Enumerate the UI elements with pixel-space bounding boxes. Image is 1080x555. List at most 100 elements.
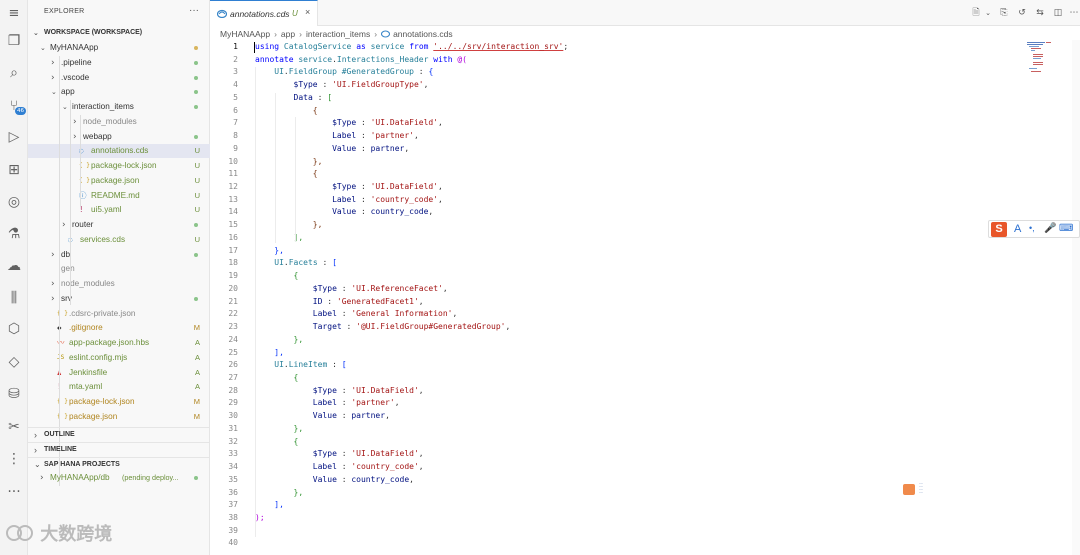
code-line[interactable]: Value : country_code, (255, 206, 433, 219)
code-line[interactable]: { (255, 270, 299, 283)
tree-item[interactable]: › node_modules (28, 277, 210, 291)
code-editor[interactable]: 1 using CatalogService as service from '.… (210, 40, 1080, 555)
code-line[interactable]: ], (255, 347, 284, 360)
cloud-icon[interactable]: ☁ (5, 257, 23, 275)
code-line[interactable]: }, (255, 487, 304, 500)
database-icon[interactable]: ⛁ (5, 385, 23, 403)
code-line[interactable]: $Type : 'UI.ReferenceFacet', (255, 283, 448, 296)
code-line[interactable]: Data : [ (255, 92, 333, 105)
code-line[interactable]: ); (255, 512, 265, 525)
tree-item[interactable]: gen (28, 262, 210, 276)
library-icon[interactable]: ⫼ (5, 289, 23, 307)
extensions-icon[interactable]: ⊞ (5, 161, 23, 179)
code-line[interactable]: using CatalogService as service from '..… (255, 41, 568, 54)
code-line[interactable]: Label : 'country_code', (255, 461, 424, 474)
remote-explorer-icon[interactable]: ◎ (5, 193, 23, 211)
tree-item[interactable]: ⌄ interaction_items (28, 100, 210, 114)
code-line[interactable]: }, (255, 245, 284, 258)
cube-icon[interactable]: ⬡ (5, 320, 23, 338)
explorer-more-icon[interactable]: ··· (189, 5, 199, 16)
tree-item[interactable]: ⌄ MyHANAApp (28, 41, 210, 55)
tree-item[interactable]: ⓘ README.md U (28, 189, 210, 203)
code-line[interactable]: UI.Facets : [ (255, 257, 337, 270)
tree-item[interactable]: ◆.gitignoreM (28, 321, 210, 335)
source-control-icon[interactable]: ⑂ 46 (5, 97, 26, 115)
tree-item[interactable]: ◌services.cdsU (28, 233, 210, 247)
tree-item[interactable]: ! ui5.yaml U (28, 203, 210, 217)
code-line[interactable]: Label : 'General Information', (255, 308, 458, 321)
tree-item[interactable]: !mta.yamlA (28, 380, 210, 394)
ime-punctuation-icon[interactable]: •, (1029, 223, 1035, 233)
compare-icon[interactable]: ⇆ (1034, 7, 1046, 19)
hana-project-item[interactable]: › MyHANAApp/db (pending deploy... (28, 471, 210, 485)
section-sap-hana-projects[interactable]: ⌄ SAP HANA PROJECTS (28, 457, 210, 471)
chevron-down-icon[interactable]: ⌄ (982, 7, 994, 19)
ime-language-icon[interactable]: A (1014, 223, 1021, 235)
workspace-header[interactable]: ⌄ WORKSPACE (WORKSPACE) (28, 26, 210, 40)
tree-item[interactable]: JS eslint.config.mjs A (28, 351, 210, 365)
open-preview-icon[interactable]: 🗎 (970, 7, 982, 19)
grid-icon[interactable]: :::: (919, 482, 923, 495)
breadcrumb-item[interactable]: app (281, 29, 295, 39)
menu-icon[interactable]: ≡ (5, 5, 23, 23)
section-outline[interactable]: › OUTLINE (28, 427, 210, 441)
tree-item[interactable]: { } package.json U (28, 174, 210, 188)
code-line[interactable]: annotate service.Interactions_Header wit… (255, 54, 467, 67)
ime-logo-icon[interactable]: S (991, 222, 1007, 237)
tree-item[interactable]: { } package.json M (28, 410, 210, 424)
code-line[interactable]: Value : country_code, (255, 474, 414, 487)
keyboard-icon[interactable]: ⌨ (1059, 223, 1073, 234)
code-line[interactable]: ID : 'GeneratedFacet1', (255, 296, 424, 309)
diamond-icon[interactable]: ◇ (5, 353, 23, 371)
code-line[interactable]: Value : partner, (255, 410, 390, 423)
tree-item[interactable]: ◌ annotations.cds U (28, 144, 210, 159)
code-line[interactable]: UI.FieldGroup #GeneratedGroup : { (255, 66, 433, 79)
code-line[interactable]: }, (255, 156, 323, 169)
code-line[interactable]: UI.LineItem : [ (255, 359, 346, 372)
close-icon[interactable]: × (305, 7, 310, 17)
tree-item[interactable]: › router (28, 218, 210, 232)
code-line[interactable]: Target : '@UI.FieldGroup#GeneratedGroup'… (255, 321, 511, 334)
tree-item[interactable]: › db (28, 248, 210, 262)
code-line[interactable]: { (255, 372, 299, 385)
tab-annotations-cds[interactable]: annotations.cds U × (210, 0, 318, 26)
tree-item[interactable]: › webapp (28, 130, 210, 144)
code-line[interactable]: $Type : 'UI.DataField', (255, 385, 424, 398)
split-editor-icon[interactable]: ◫ (1052, 7, 1064, 19)
code-line[interactable]: }, (255, 423, 304, 436)
run-debug-icon[interactable]: ▷ (5, 128, 23, 146)
breadcrumb-item[interactable]: annotations.cds (393, 29, 453, 39)
code-line[interactable]: $Type : 'UI.DataField', (255, 181, 443, 194)
tools-icon[interactable]: ✂ (5, 418, 23, 436)
tree-item[interactable]: ♟JenkinsfileA (28, 366, 210, 380)
git-graph-icon[interactable]: ⋮ (5, 450, 23, 468)
code-line[interactable]: }, (255, 334, 304, 347)
code-line[interactable]: { (255, 105, 318, 118)
search-icon[interactable]: ⌕ (5, 64, 23, 82)
open-changes-icon[interactable]: ⎘ (998, 7, 1010, 19)
code-line[interactable]: $Type : 'UI.DataField', (255, 448, 424, 461)
tree-item[interactable]: › .vscode (28, 71, 210, 85)
minimap[interactable] (1025, 40, 1053, 80)
code-line[interactable]: $Type : 'UI.DataField', (255, 117, 443, 130)
breadcrumb-item[interactable]: MyHANAApp (220, 29, 270, 39)
code-line[interactable]: ], (255, 499, 284, 512)
tree-item[interactable]: › node_modules (28, 115, 210, 129)
tree-item[interactable]: › .pipeline (28, 56, 210, 70)
timeline-icon[interactable]: ↺ (1016, 7, 1028, 19)
code-line[interactable]: { (255, 168, 318, 181)
ime-toolbar[interactable]: S A •, 🎤 ⌨ (988, 220, 1080, 238)
code-line[interactable]: Label : 'partner', (255, 130, 419, 143)
code-line[interactable]: }, (255, 219, 323, 232)
testing-icon[interactable]: ⚗ (5, 225, 23, 243)
tree-item[interactable]: 〰 app-package.json.hbs A (28, 336, 210, 350)
tree-item[interactable]: { } .cdsrc-private.json (28, 307, 210, 321)
code-line[interactable]: $Type : 'UI.FieldGroupType', (255, 79, 429, 92)
code-line[interactable]: Value : partner, (255, 143, 409, 156)
ime-mini-icon[interactable] (903, 484, 915, 495)
tree-item[interactable]: { } package-lock.json U (28, 159, 210, 173)
more-actions-icon[interactable]: ⋯ (1068, 7, 1080, 19)
vertical-scrollbar[interactable] (1072, 40, 1080, 555)
code-line[interactable]: Label : 'partner', (255, 397, 400, 410)
code-line[interactable]: Label : 'country_code', (255, 194, 443, 207)
